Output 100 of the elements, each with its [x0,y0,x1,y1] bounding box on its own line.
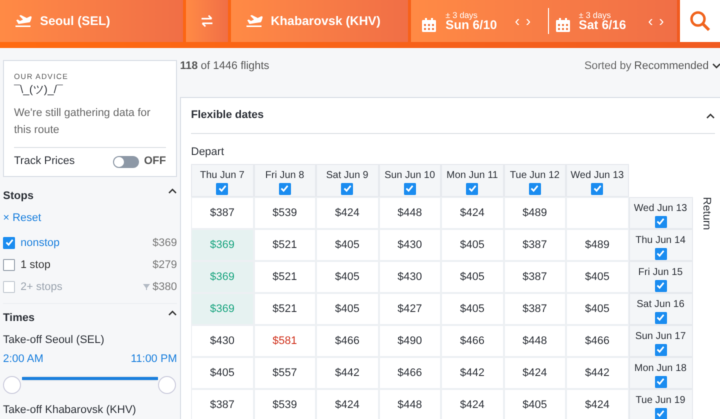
price-cell[interactable]: $521 [254,228,316,260]
checkbox[interactable] [654,344,666,356]
checkbox[interactable] [654,312,666,324]
price-cell[interactable]: $489 [566,228,628,260]
date-header: Sat Jun 16 [628,292,692,324]
price-cell[interactable]: $539 [254,388,316,419]
price-cell[interactable]: $387 [504,292,566,324]
date-header: Tue Jun 19 [628,388,692,419]
search-button[interactable] [680,0,720,42]
date-header: Tue Jun 12 [504,164,566,196]
collapse-icon[interactable] [706,112,714,118]
calendar-icon [421,17,438,33]
sort-label: Sorted by [584,58,632,74]
price-cell[interactable]: $466 [441,324,504,356]
date-header: Wed Jun 13 [566,164,628,196]
price-cell[interactable]: $387 [191,388,254,419]
range-end: 11:00 PM [130,352,177,368]
price-cell[interactable]: $466 [378,356,441,388]
price-cell[interactable]: $424 [441,196,504,228]
shrug-text: ¯\_(ツ)_/¯ [14,83,64,98]
price-cell[interactable]: $405 [441,260,504,292]
price-cell[interactable]: $581 [254,324,316,356]
toggle-switch[interactable] [112,156,138,168]
checkbox[interactable] [466,182,478,194]
price-cell[interactable]: $405 [441,228,504,260]
stop-option[interactable]: 1 stop [20,256,50,274]
section-title: Stops [3,188,34,204]
price-cell[interactable]: $387 [191,196,254,228]
checkbox[interactable] [654,280,666,292]
checkbox[interactable] [528,182,541,194]
price-cell[interactable]: $490 [378,324,441,356]
checkbox[interactable] [654,216,666,228]
stop-option[interactable]: nonstop [20,234,60,252]
slider-handle[interactable] [3,376,21,394]
checkbox[interactable] [404,182,416,194]
price-cell[interactable]: $424 [504,356,566,388]
price-cell[interactable]: $448 [378,388,441,419]
price-cell[interactable]: $387 [504,260,566,292]
date-header: Mon Jun 18 [628,356,692,388]
flex-days-label: ± 3 days [445,8,478,20]
checkbox[interactable] [654,408,666,419]
date-header: Sun Jun 17 [628,324,692,356]
swap-button[interactable] [186,0,228,42]
price-cell[interactable]: $430 [378,228,441,260]
price-cell[interactable]: $405 [191,356,254,388]
flex-days-label: ± 3 days [578,8,611,20]
price-cell[interactable]: $405 [504,388,566,419]
swap-icon [200,13,214,29]
price-cell[interactable]: $405 [441,292,504,324]
range-start: 2:00 AM [3,352,44,368]
plane-icon [14,13,32,29]
checkbox[interactable] [3,236,15,249]
price-cell[interactable]: $430 [378,260,441,292]
price-cell[interactable]: $557 [254,356,316,388]
price-cell[interactable]: $539 [254,196,316,228]
price-cell[interactable]: $424 [316,388,378,419]
date-header: Thu Jun 7 [191,164,254,196]
price-cell[interactable]: $405 [316,292,378,324]
date-header: Fri Jun 8 [254,164,316,196]
checkbox[interactable] [3,258,15,271]
reset-link[interactable]: × Reset [3,210,42,226]
price-cell[interactable]: $466 [316,324,378,356]
filter-icon [142,284,150,290]
checkbox[interactable] [654,248,666,260]
checkbox[interactable] [591,182,604,194]
price-cell[interactable]: $448 [378,196,441,228]
track-prices-label: Track Prices [14,154,75,170]
price-cell[interactable]: $427 [378,292,441,324]
search-icon [689,10,712,32]
price-cell[interactable]: $442 [316,356,378,388]
price-cell[interactable]: $405 [566,260,628,292]
collapse-icon[interactable] [712,63,720,69]
date-header: Sat Jun 9 [316,164,378,196]
price-cell[interactable]: $405 [316,260,378,292]
price-cell[interactable]: $442 [441,356,504,388]
price-cell[interactable]: $405 [566,292,628,324]
slider-handle[interactable] [158,376,176,394]
calendar-icon [554,17,571,33]
checkbox[interactable] [341,182,354,194]
plane-icon [244,13,263,29]
section-title: Times [3,310,35,326]
price-cell[interactable]: $521 [254,260,316,292]
price-cell[interactable]: $489 [504,196,566,228]
price-cell[interactable]: $448 [504,324,566,356]
price-cell[interactable]: $442 [566,356,628,388]
price-cell[interactable]: $424 [441,388,504,419]
checkbox[interactable] [654,376,666,388]
checkbox[interactable] [216,182,228,194]
price-cell[interactable]: $424 [316,196,378,228]
sort-dropdown[interactable]: Recommended [634,58,709,74]
price-cell[interactable]: $387 [504,228,566,260]
price-cell[interactable]: $521 [254,292,316,324]
price-cell[interactable]: $405 [316,228,378,260]
panel-title: Flexible dates [191,108,264,124]
stop-price: $369 [152,236,177,251]
checkbox[interactable] [278,182,291,194]
price-cell[interactable]: $466 [566,324,628,356]
price-cell[interactable]: $430 [191,324,254,356]
stop-price: $380 [152,280,177,295]
time-filter-label: Take-off Khabarovsk (KHV) [3,402,138,418]
